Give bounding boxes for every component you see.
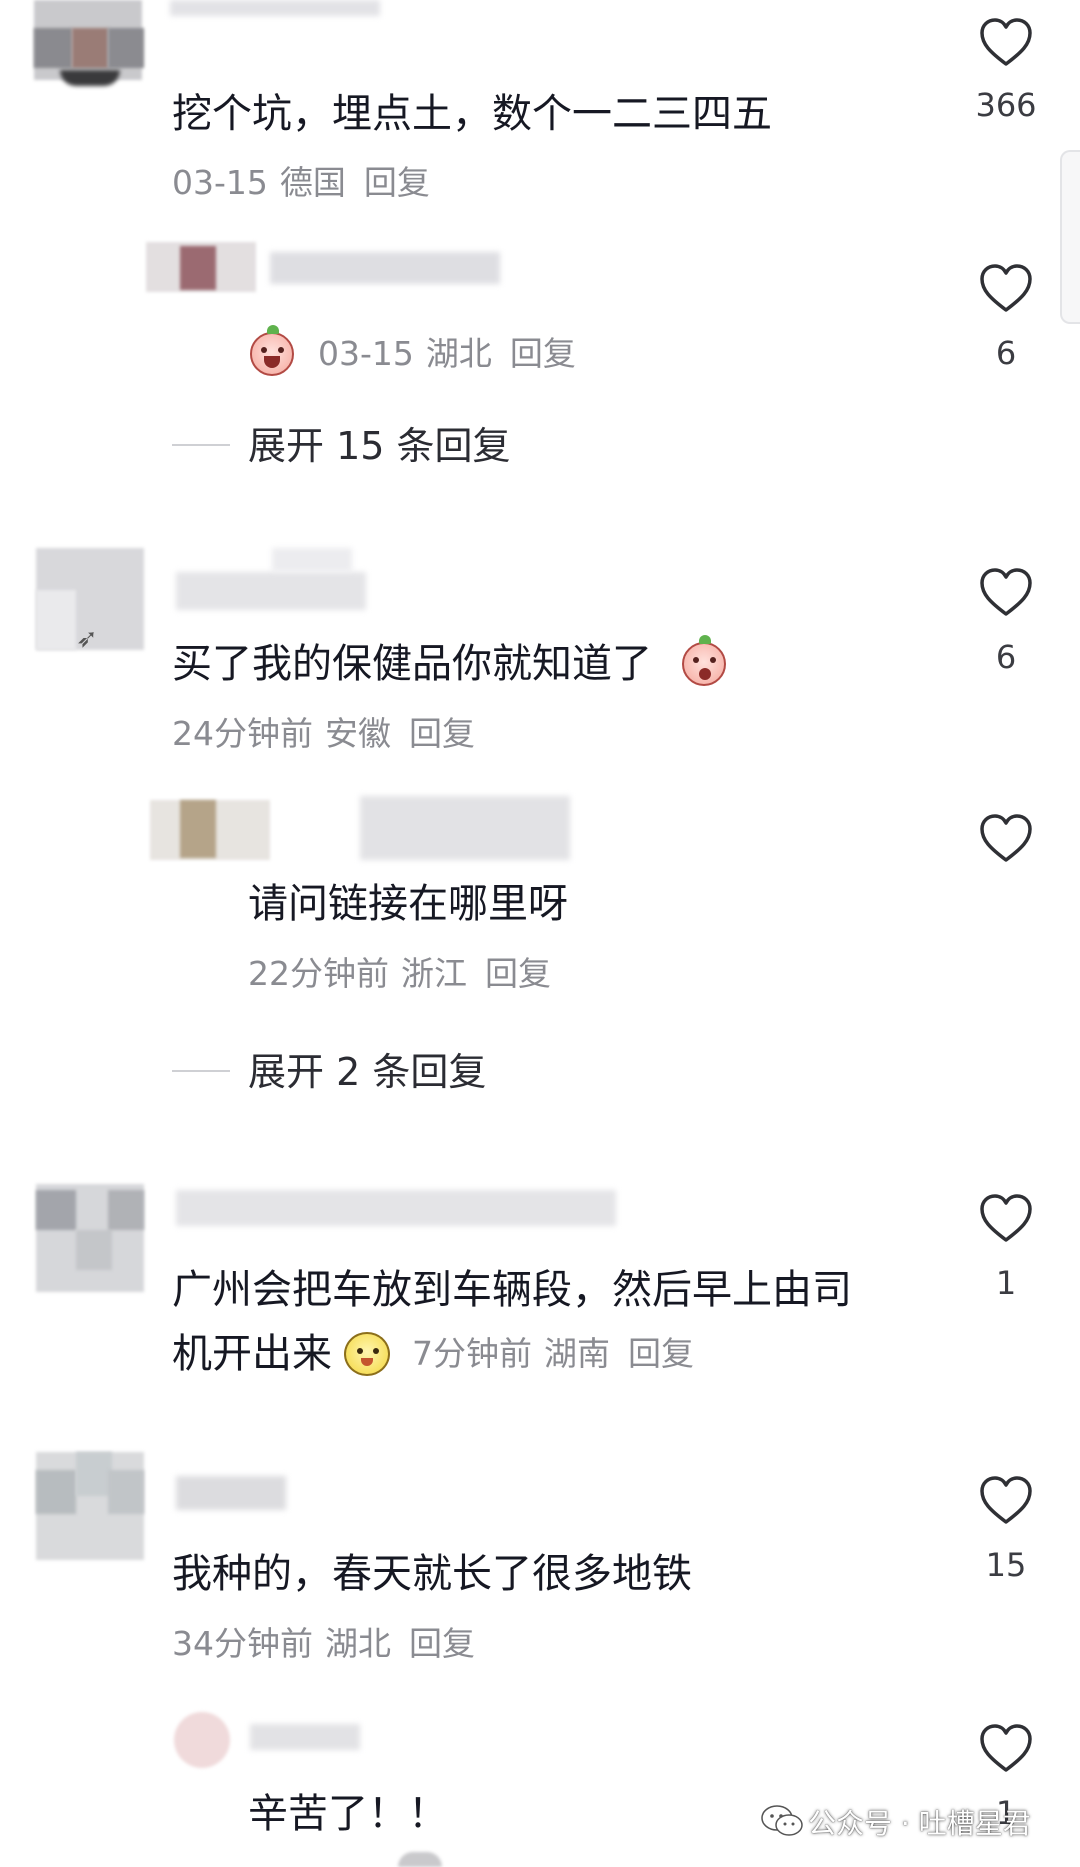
reply-button[interactable]: 回复 [409,1624,475,1663]
username[interactable] [176,1190,616,1226]
heart-icon[interactable] [978,1722,1034,1774]
comment-meta: 34分钟前 湖北 回复 [172,1624,487,1664]
heart-icon[interactable] [978,1192,1034,1244]
comment-text: 我种的，春天就长了很多地铁 [172,1551,692,1597]
reply-button[interactable]: 回复 [485,954,551,993]
scrollbar[interactable] [1060,150,1080,324]
comment-date: 22分钟前 [248,954,389,993]
comment-text-line1: 广州会把车放到车辆段，然后早上由司 [172,1267,852,1313]
comment-location: 安徽 [325,714,391,753]
like-count: 15 [985,1546,1027,1584]
wechat-icon [761,1805,803,1836]
comment-date: 24分钟前 [172,714,313,753]
heart-icon[interactable] [978,566,1034,618]
reply-button[interactable]: 回复 [409,714,475,753]
comment-location: 德国 [279,163,346,202]
comment-date: 7分钟前 [412,1334,532,1373]
like-count: 366 [975,86,1037,124]
reply-button[interactable]: 回复 [364,163,430,202]
heart-icon[interactable] [978,812,1034,864]
watermark-text: 公众号 · 吐槽星君 [808,1807,1031,1840]
comment-location: 湖北 [425,334,492,373]
yellow-cat-emoji [344,1332,390,1376]
avatar [398,1852,442,1867]
comment-location: 湖北 [325,1624,391,1663]
comment-text: 挖个坑，埋点土，数个一二三四五 [172,91,772,137]
heart-icon[interactable] [978,16,1034,68]
comment-meta: 03-15 湖北 回复 [318,334,588,374]
like-count: 1 [995,1264,1017,1302]
username[interactable] [170,0,380,16]
heart-icon[interactable] [978,262,1034,314]
comment-text: 买了我的保健品你就知道了 [172,641,652,687]
comment-date: 03-15 [318,334,414,373]
rocket-icon: ➶ [76,624,98,654]
reply-button[interactable]: 回复 [628,1334,694,1373]
comment-meta: 7分钟前 湖南 回复 [412,1334,706,1374]
reply-button[interactable]: 回复 [510,334,576,373]
comment-text: 辛苦了！！ [248,1791,448,1837]
comment-date: 03-15 [172,163,268,202]
divider [172,1070,230,1072]
username[interactable] [250,1724,360,1750]
username[interactable] [270,252,500,284]
comment-meta: 24分钟前 安徽 回复 [172,714,487,754]
like-count: 6 [995,334,1017,372]
comment-meta: 03-15 德国 回复 [172,163,442,203]
expand-replies-label[interactable]: 展开 15 条回复 [248,423,511,469]
username[interactable] [176,572,366,610]
divider [172,444,230,446]
grinning-peach-emoji [250,325,294,376]
username[interactable] [360,796,570,860]
comment-date: 34分钟前 [172,1624,313,1663]
comment-text-line2: 机开出来 [172,1331,332,1377]
comment-text: 请问链接在哪里呀 [248,881,568,927]
comment-location: 湖南 [544,1334,610,1373]
comment-location: 浙江 [401,954,467,993]
comment-meta: 22分钟前 浙江 回复 [248,954,563,994]
like-count: 6 [995,638,1017,676]
heart-icon[interactable] [978,1474,1034,1526]
username[interactable] [176,1476,286,1510]
surprised-peach-emoji [682,635,726,686]
expand-replies-label[interactable]: 展开 2 条回复 [248,1049,486,1095]
